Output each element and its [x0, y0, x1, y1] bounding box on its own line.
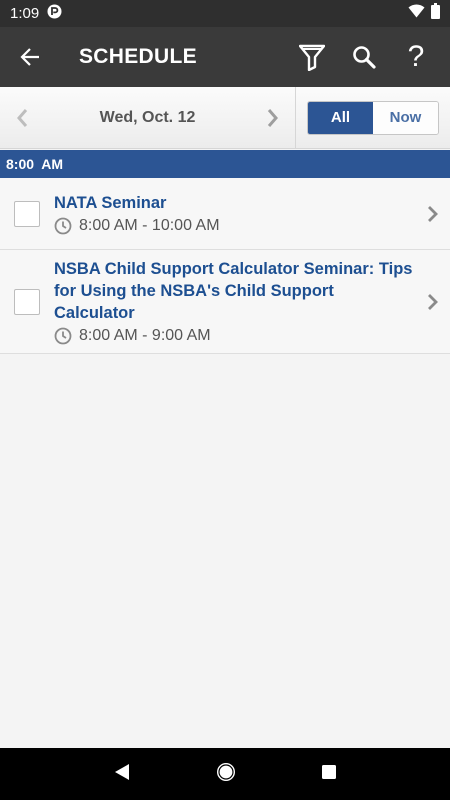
nav-back-button[interactable]: [113, 763, 131, 786]
session-time-row: 8:00 AM - 10:00 AM: [54, 217, 414, 235]
date-navigator: Wed, Oct. 12 All Now: [0, 87, 450, 149]
page-title: SCHEDULE: [79, 45, 197, 68]
time-slot-header: 8:00 AM: [0, 150, 450, 178]
status-time: 1:09: [10, 5, 40, 22]
date-section: Wed, Oct. 12: [0, 87, 296, 148]
session-title[interactable]: NATA Seminar: [54, 192, 414, 214]
session-content: NATA Seminar 8:00 AM - 10:00 AM: [54, 192, 450, 235]
filter-button[interactable]: [286, 27, 338, 87]
toggle-all-button[interactable]: All: [308, 101, 373, 134]
session-checkbox[interactable]: [14, 200, 40, 227]
app-bar: SCHEDULE ?: [0, 27, 450, 87]
chevron-right-icon[interactable]: [426, 293, 440, 311]
session-title[interactable]: NSBA Child Support Calculator Seminar: T…: [54, 258, 414, 324]
session-row[interactable]: NATA Seminar 8:00 AM - 10:00 AM: [0, 178, 450, 250]
battery-icon: [431, 3, 440, 24]
circle-home-icon: [216, 762, 235, 781]
view-toggle: All Now: [307, 100, 439, 135]
chevron-right-icon[interactable]: [426, 205, 440, 223]
toggle-now-button[interactable]: Now: [373, 101, 438, 134]
filter-icon: [299, 44, 325, 71]
search-icon: [353, 46, 376, 69]
session-time: 8:00 AM - 9:00 AM: [79, 327, 211, 344]
back-button[interactable]: [0, 27, 60, 87]
clock-icon: [54, 327, 72, 345]
session-list: NATA Seminar 8:00 AM - 10:00 AM NSBA Chi…: [0, 178, 450, 354]
next-day-button[interactable]: [251, 87, 295, 148]
system-nav-bar: [0, 748, 450, 800]
status-bar: 1:09: [0, 0, 450, 27]
nav-home-button[interactable]: [216, 762, 236, 787]
status-left: 1:09: [10, 4, 62, 24]
square-recents-icon: [322, 764, 337, 779]
app-notification-icon: [47, 4, 62, 24]
status-right: [408, 3, 440, 24]
session-checkbox[interactable]: [14, 288, 40, 315]
session-time: 8:00 AM - 10:00 AM: [79, 217, 220, 234]
triangle-back-icon: [114, 763, 129, 780]
help-button[interactable]: ?: [390, 27, 442, 87]
back-arrow-icon: [20, 48, 39, 66]
session-content: NSBA Child Support Calculator Seminar: T…: [54, 258, 450, 345]
nav-recents-button[interactable]: [321, 764, 337, 785]
session-row[interactable]: NSBA Child Support Calculator Seminar: T…: [0, 250, 450, 354]
search-button[interactable]: [338, 27, 390, 87]
session-time-row: 8:00 AM - 9:00 AM: [54, 327, 414, 345]
current-date: Wed, Oct. 12: [99, 108, 196, 126]
chevron-right-icon: [267, 108, 278, 127]
chevron-left-icon: [17, 108, 28, 127]
wifi-icon: [408, 4, 425, 23]
app-actions: ?: [286, 27, 450, 87]
previous-day-button[interactable]: [0, 87, 44, 148]
clock-icon: [54, 217, 72, 235]
